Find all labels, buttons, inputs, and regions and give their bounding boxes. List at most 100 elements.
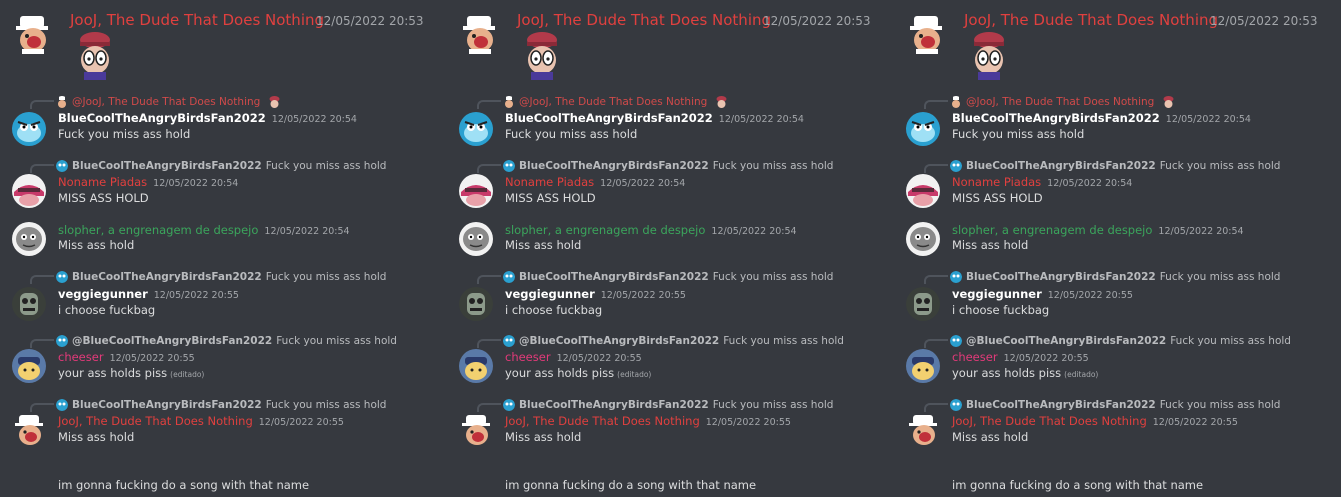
reply-author-name: BlueCoolTheAngryBirdsFan2022 — [966, 271, 1156, 283]
noname-piadas-avatar[interactable] — [459, 174, 493, 208]
reply-reference[interactable]: @JooJ, The Dude That Does Nothing — [950, 95, 1175, 109]
reply-connector — [477, 164, 501, 173]
header-author-name[interactable]: JooJ, The Dude That Does Nothing — [517, 11, 771, 29]
reply-author-name: @JooJ, The Dude That Does Nothing — [519, 96, 708, 108]
reply-reference[interactable]: BlueCoolTheAngryBirdsFan2022 Fuck you mi… — [56, 398, 386, 412]
veggiegunner-avatar[interactable] — [459, 287, 493, 321]
edited-label: (editado) — [617, 370, 652, 379]
message-author-name[interactable]: BlueCoolTheAngryBirdsFan2022 12/05/2022 2… — [505, 111, 804, 125]
message-timestamp: 12/05/2022 20:55 — [600, 290, 686, 301]
message-author-name[interactable]: JooJ, The Dude That Does Nothing 12/05/20… — [505, 414, 791, 428]
message-timestamp: 12/05/2022 20:54 — [718, 114, 804, 125]
chat-message: BlueCoolTheAngryBirdsFan2022 Fuck you mi… — [894, 397, 1341, 497]
reply-preview-text: Fuck you miss ass hold — [712, 399, 834, 411]
header-author-name[interactable]: JooJ, The Dude That Does Nothing — [70, 11, 324, 29]
chat-message: @BlueCoolTheAngryBirdsFan2022 Fuck you m… — [894, 333, 1341, 393]
jooj-avatar[interactable] — [12, 413, 46, 447]
message-timestamp: 12/05/2022 20:54 — [1165, 114, 1251, 125]
message-author-name[interactable]: veggiegunner 12/05/2022 20:55 — [505, 287, 686, 301]
message-content: i choose fuckbag — [952, 303, 1050, 317]
veggiegunner-avatar[interactable] — [12, 287, 46, 321]
reply-preview-text: Fuck you miss ass hold — [265, 271, 387, 283]
noname-piadas-avatar[interactable] — [906, 174, 940, 208]
cheeser-avatar[interactable] — [906, 349, 940, 383]
jooj-avatar[interactable] — [459, 413, 493, 447]
reply-reference[interactable]: @JooJ, The Dude That Does Nothing — [503, 95, 728, 109]
message-author-name[interactable]: BlueCoolTheAngryBirdsFan2022 12/05/2022 2… — [58, 111, 357, 125]
veggiegunner-avatar[interactable] — [906, 287, 940, 321]
reply-reference[interactable]: BlueCoolTheAngryBirdsFan2022 Fuck you mi… — [503, 398, 833, 412]
reply-reference[interactable]: @BlueCoolTheAngryBirdsFan2022 Fuck you m… — [950, 334, 1291, 348]
header-author-name[interactable]: JooJ, The Dude That Does Nothing — [964, 11, 1218, 29]
header-timestamp: 12/05/2022 20:53 — [763, 14, 871, 28]
reply-preview-text: Fuck you miss ass hold — [276, 335, 397, 347]
message-author-name[interactable]: veggiegunner 12/05/2022 20:55 — [58, 287, 239, 301]
message-author-name[interactable]: JooJ, The Dude That Does Nothing 12/05/20… — [58, 414, 344, 428]
reply-preview-text: Fuck you miss ass hold — [712, 160, 834, 172]
reply-author-name: BlueCoolTheAngryBirdsFan2022 — [966, 399, 1156, 411]
chat-panel: JooJ, The Dude That Does Nothing 12/05/2… — [894, 0, 1341, 497]
reply-author-name: BlueCoolTheAngryBirdsFan2022 — [72, 271, 262, 283]
blue-bird-mini-avatar — [56, 335, 68, 347]
message-timestamp: 12/05/2022 20:54 — [264, 226, 350, 237]
message-author-name[interactable]: slopher, a engrenagem de despejo 12/05/20… — [505, 223, 797, 237]
noname-piadas-avatar[interactable] — [12, 174, 46, 208]
reply-connector — [30, 100, 54, 109]
message-author-name[interactable]: veggiegunner 12/05/2022 20:55 — [952, 287, 1133, 301]
message-author-name[interactable]: slopher, a engrenagem de despejo 12/05/20… — [952, 223, 1244, 237]
chat-screenshot-stage: JooJ, The Dude That Does Nothing 12/05/2… — [0, 0, 1341, 497]
blue-bird-avatar[interactable] — [459, 112, 493, 146]
reply-reference[interactable]: BlueCoolTheAngryBirdsFan2022 Fuck you mi… — [950, 270, 1280, 284]
message-content: Miss ass hold — [952, 238, 1029, 252]
reply-author-name: @JooJ, The Dude That Does Nothing — [966, 96, 1155, 108]
message-author-name[interactable]: JooJ, The Dude That Does Nothing 12/05/20… — [952, 414, 1238, 428]
message-author-name[interactable]: Noname Piadas 12/05/2022 20:54 — [58, 175, 238, 189]
blue-bird-avatar[interactable] — [906, 112, 940, 146]
reply-connector — [924, 164, 948, 173]
cheeser-avatar[interactable] — [459, 349, 493, 383]
reply-author-name: BlueCoolTheAngryBirdsFan2022 — [72, 399, 262, 411]
reply-preview-text: Fuck you miss ass hold — [265, 399, 387, 411]
reply-connector — [477, 403, 501, 412]
jooj-avatar[interactable] — [906, 14, 946, 54]
chat-message: BlueCoolTheAngryBirdsFan2022 Fuck you mi… — [447, 269, 894, 329]
message-content: your ass holds piss (editado) — [505, 366, 652, 380]
message-content: MISS ASS HOLD — [58, 191, 149, 205]
slopher-avatar[interactable] — [906, 222, 940, 256]
message-timestamp: 12/05/2022 20:54 — [1047, 178, 1133, 189]
cheeser-avatar[interactable] — [12, 349, 46, 383]
chat-message: BlueCoolTheAngryBirdsFan2022 Fuck you mi… — [0, 397, 447, 497]
message-timestamp: 12/05/2022 20:54 — [153, 178, 239, 189]
message-author-name[interactable]: Noname Piadas 12/05/2022 20:54 — [505, 175, 685, 189]
message-author-name[interactable]: slopher, a engrenagem de despejo 12/05/20… — [58, 223, 350, 237]
slopher-avatar[interactable] — [12, 222, 46, 256]
reply-reference[interactable]: BlueCoolTheAngryBirdsFan2022 Fuck you mi… — [950, 398, 1280, 412]
jooj-avatar[interactable] — [906, 413, 940, 447]
reply-reference[interactable]: BlueCoolTheAngryBirdsFan2022 Fuck you mi… — [56, 270, 386, 284]
jooj-avatar[interactable] — [12, 14, 52, 54]
message-author-name[interactable]: BlueCoolTheAngryBirdsFan2022 12/05/2022 2… — [952, 111, 1251, 125]
chat-message: BlueCoolTheAngryBirdsFan2022 Fuck you mi… — [894, 158, 1341, 218]
message-author-name[interactable]: cheeser 12/05/2022 20:55 — [505, 350, 642, 364]
message-author-name[interactable]: Noname Piadas 12/05/2022 20:54 — [952, 175, 1132, 189]
reply-reference[interactable]: @BlueCoolTheAngryBirdsFan2022 Fuck you m… — [503, 334, 844, 348]
reply-author-name: BlueCoolTheAngryBirdsFan2022 — [72, 160, 262, 172]
sticker-icon — [269, 96, 280, 108]
reply-connector — [477, 100, 501, 109]
reply-reference[interactable]: BlueCoolTheAngryBirdsFan2022 Fuck you mi… — [950, 159, 1280, 173]
slopher-avatar[interactable] — [459, 222, 493, 256]
message-author-name[interactable]: cheeser 12/05/2022 20:55 — [952, 350, 1089, 364]
reply-reference[interactable]: BlueCoolTheAngryBirdsFan2022 Fuck you mi… — [503, 270, 833, 284]
jooj-mini-avatar — [505, 96, 513, 108]
message-author-name[interactable]: cheeser 12/05/2022 20:55 — [58, 350, 195, 364]
blue-bird-mini-avatar — [503, 399, 515, 411]
blue-bird-avatar[interactable] — [12, 112, 46, 146]
reply-author-name: BlueCoolTheAngryBirdsFan2022 — [966, 160, 1156, 172]
reply-reference[interactable]: BlueCoolTheAngryBirdsFan2022 Fuck you mi… — [503, 159, 833, 173]
reply-reference[interactable]: @BlueCoolTheAngryBirdsFan2022 Fuck you m… — [56, 334, 397, 348]
message-content-followup: im gonna fucking do a song with that nam… — [505, 478, 757, 492]
blue-bird-mini-avatar — [503, 160, 515, 172]
jooj-avatar[interactable] — [459, 14, 499, 54]
reply-reference[interactable]: BlueCoolTheAngryBirdsFan2022 Fuck you mi… — [56, 159, 386, 173]
reply-reference[interactable]: @JooJ, The Dude That Does Nothing — [56, 95, 281, 109]
